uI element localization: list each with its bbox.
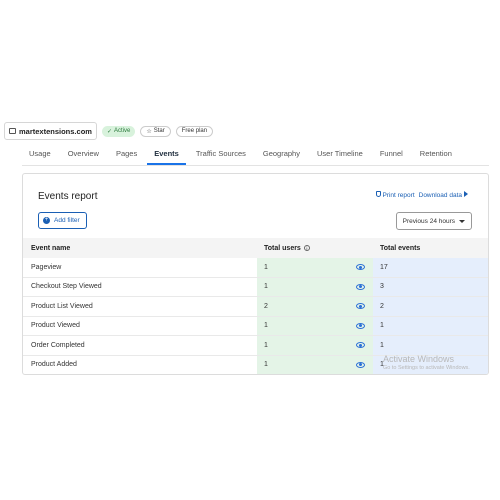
total-events-cell: 17 [373,258,488,277]
tab-pages[interactable]: Pages [109,143,144,165]
time-range-label: Previous 24 hours [402,217,455,225]
column-header-event-name[interactable]: Event name [23,245,257,252]
star-icon: ☆ [146,128,152,135]
star-button[interactable]: ☆ Star [140,125,171,137]
total-users-cell: 2 [257,297,373,316]
table-row[interactable]: Checkout Step Viewed 1 3 [23,277,488,297]
events-table: Event name Total users i Total events Pa… [23,238,488,374]
tab-retention[interactable]: Retention [413,143,459,165]
event-name-cell: Checkout Step Viewed [31,283,102,291]
tab-overview[interactable]: Overview [61,143,106,165]
download-data-link[interactable]: Download data [419,191,468,199]
eye-icon[interactable] [356,342,365,349]
info-icon[interactable]: i [303,245,310,251]
chevron-down-icon [459,219,465,223]
total-users-value: 1 [264,283,268,291]
event-name-cell: Pageview [31,263,62,271]
table-row[interactable]: Order Completed 1 1 [23,336,488,356]
print-report-link[interactable]: Print report [376,191,415,199]
total-events-cell: 1 [373,355,488,374]
total-users-cell: 1 [257,277,373,296]
page-title: Events report [38,191,98,202]
total-users-cell: 1 [257,336,373,355]
event-name-cell: Product Viewed [31,322,80,330]
table-header: Event name Total users i Total events [23,238,488,258]
total-users-value: 1 [264,341,268,349]
tab-geography[interactable]: Geography [256,143,307,165]
tab-traffic-sources[interactable]: Traffic Sources [189,143,253,165]
tab-funnel[interactable]: Funnel [373,143,410,165]
total-events-cell: 1 [373,316,488,335]
total-users-value: 2 [264,302,268,310]
time-range-select[interactable]: Previous 24 hours [395,212,472,230]
site-selector[interactable]: martextensions.com [4,122,97,140]
tab-user-timeline[interactable]: User Timeline [310,143,370,165]
total-users-value: 1 [264,263,268,271]
eye-icon[interactable] [356,361,365,368]
plus-icon: + [43,217,50,224]
total-events-cell: 2 [373,297,488,316]
tab-events[interactable]: Events [147,143,186,165]
total-events-cell: 3 [373,277,488,296]
star-label: Star [153,128,165,134]
event-name-cell: Order Completed [31,341,85,349]
download-data-label: Download data [418,192,462,199]
table-row[interactable]: Product List Viewed 2 2 [23,297,488,317]
status-badge: ✓ Active [101,125,136,137]
event-name-cell: Product Added [31,361,77,369]
report-actions: Print report Download data [376,191,468,199]
browser-window-icon [9,128,16,134]
add-filter-label: Add filter [54,217,80,224]
eye-icon[interactable] [356,264,365,271]
column-header-total-users[interactable]: Total users i [257,238,373,258]
tab-usage[interactable]: Usage [22,143,58,165]
total-users-cell: 1 [257,258,373,277]
table-row[interactable]: Product Viewed 1 1 [23,316,488,336]
add-filter-button[interactable]: + Add filter [38,212,87,229]
events-report-card: Events report Print report Download data… [22,173,489,375]
report-tabs: Usage Overview Pages Events Traffic Sour… [22,143,489,166]
check-icon: ✓ [106,128,112,135]
print-report-label: Print report [382,192,415,199]
eye-icon[interactable] [356,303,365,310]
event-name-cell: Product List Viewed [31,302,93,310]
eye-icon[interactable] [356,322,365,329]
total-users-cell: 1 [257,316,373,335]
eye-icon[interactable] [356,283,365,290]
total-users-cell: 1 [257,355,373,374]
site-name: martextensions.com [19,126,92,136]
plan-label: Free plan [181,128,208,134]
table-row[interactable]: Pageview 1 17 [23,258,488,278]
column-header-total-events[interactable]: Total events [373,238,488,258]
total-users-value: 1 [264,361,268,369]
status-label: Active [113,128,131,134]
plan-badge: Free plan [175,125,214,137]
print-icon [376,191,382,197]
total-users-value: 1 [264,322,268,330]
column-header-total-users-label: Total users [264,244,301,252]
total-events-cell: 1 [373,336,488,355]
table-row[interactable]: Product Added 1 1 [23,355,488,374]
site-header: martextensions.com ✓ Active ☆ Star Free … [4,122,214,140]
play-icon [464,191,468,197]
